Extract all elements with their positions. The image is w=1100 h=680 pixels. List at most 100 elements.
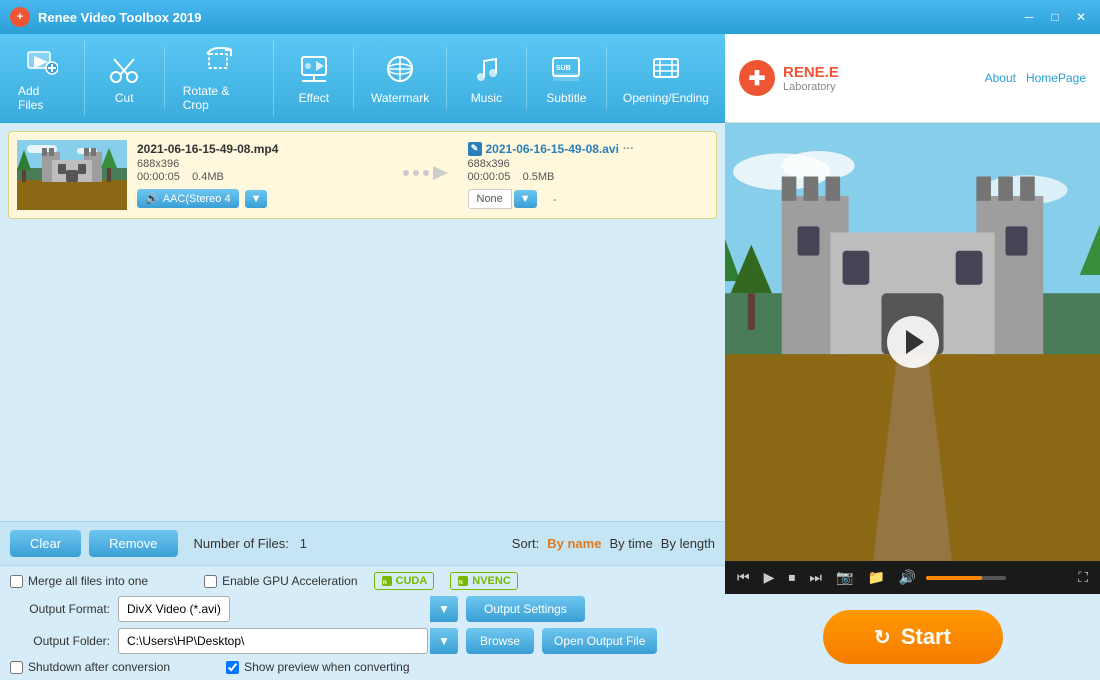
opening-ending-icon [648,51,684,87]
play-button[interactable]: ▶ [760,567,779,588]
merge-label: Merge all files into one [28,574,148,588]
rotate-crop-icon [201,44,237,80]
add-files-label: Add Files [18,84,66,112]
sort-by-time[interactable]: By time [609,536,652,551]
logo-icon: ✚ [739,60,775,96]
top-bar: Add Files Cut [0,34,1100,123]
source-file-controls: 🔊 AAC(Stereo 4 ▼ [137,189,378,208]
browse-button[interactable]: Browse [466,628,534,654]
subtitle-label-display: None [468,189,512,209]
toolbar-watermark[interactable]: Watermark [354,47,447,109]
volume-fill [926,576,982,580]
rotate-crop-label: Rotate & Crop [183,84,256,112]
app-icon: + [10,7,30,27]
sort-by-length[interactable]: By length [661,536,715,551]
start-button[interactable]: ↻ Start [823,610,1003,664]
output-format-label: Output Format: [10,602,110,616]
audio-label: AAC(Stereo 4 [163,193,231,205]
output-duration: 00:00:05 [468,171,511,183]
subtitle-dropdown-button[interactable]: ▼ [514,190,537,208]
output-folder-label: Output Folder: [10,634,110,648]
toolbar-rotate-crop[interactable]: Rotate & Crop [165,40,275,116]
output-format-select[interactable]: DivX Video (*.avi) [118,596,230,622]
volume-button[interactable]: 🔊 [895,567,920,588]
toolbar-subtitle[interactable]: SUB Subtitle [527,47,607,109]
play-triangle-icon [906,330,924,354]
convert-arrow [398,158,448,193]
toolbar: Add Files Cut [0,34,725,123]
more-options: ··· [623,143,634,155]
audio-dropdown-button[interactable]: 🔊 AAC(Stereo 4 [137,189,239,208]
folder-button[interactable]: 📁 [863,567,888,588]
start-label: Start [901,624,951,650]
show-preview-checkbox[interactable] [226,661,239,674]
shutdown-checkbox-label[interactable]: Shutdown after conversion [10,660,170,674]
shutdown-checkbox[interactable] [10,661,23,674]
folder-dropdown-arrow: ▼ [430,628,458,654]
toolbar-effect[interactable]: Effect [274,47,354,109]
left-panel: 2021-06-16-15-49-08.mp4 688x396 00:00:05… [0,123,725,680]
output-settings-button[interactable]: Output Settings [466,596,585,622]
close-button[interactable]: ✕ [1072,8,1090,26]
music-label: Music [471,91,502,105]
file-thumbnail [17,140,127,210]
output-resolution: 688x396 [468,158,709,170]
audio-dropdown-arrow[interactable]: ▼ [245,190,268,208]
volume-slider[interactable] [926,576,1006,580]
cuda-badge: N CUDA [374,572,435,590]
cut-label: Cut [115,91,134,105]
source-file-info: 2021-06-16-15-49-08.mp4 688x396 00:00:05… [137,142,378,208]
play-overlay-button[interactable] [887,316,939,368]
toolbar-add-files[interactable]: Add Files [0,40,85,116]
output-file-info: ✎ 2021-06-16-15-49-08.avi ··· 688x396 00… [468,142,709,209]
output-format-arrow: ▼ [430,596,458,622]
merge-checkbox-label[interactable]: Merge all files into one [10,574,148,588]
camera-button[interactable]: 📷 [832,567,857,588]
gpu-checkbox-label[interactable]: Enable GPU Acceleration [204,574,357,588]
top-settings-row: Merge all files into one Enable GPU Acce… [10,572,715,590]
watermark-label: Watermark [371,91,429,105]
thumb-image [17,140,127,210]
source-duration: 00:00:05 [137,171,180,183]
subtitle-label: Subtitle [546,91,586,105]
file-list-area: 2021-06-16-15-49-08.mp4 688x396 00:00:05… [0,123,725,521]
cut-icon [106,51,142,87]
toolbar-opening-ending[interactable]: Opening/Ending [607,47,725,109]
logo-text: RENE.E [783,64,839,81]
homepage-link[interactable]: HomePage [1026,71,1086,85]
file-count: Number of Files: 1 [194,536,307,551]
title-bar-controls: ─ □ ✕ [1020,8,1090,26]
output-folder-input[interactable] [118,628,428,654]
output-folder-row: Output Folder: ▼ Browse Open Output File [10,628,715,654]
open-output-button[interactable]: Open Output File [542,628,657,654]
svg-text:SUB: SUB [556,65,571,72]
minimize-button[interactable]: ─ [1020,8,1038,26]
toolbar-cut[interactable]: Cut [85,47,165,109]
toolbar-music[interactable]: Music [447,47,527,109]
subtitle-control: None ▼ [468,189,537,209]
next-button[interactable]: ⏭ [805,567,826,588]
logo-links: About HomePage [985,71,1086,85]
clear-button[interactable]: Clear [10,530,81,557]
effect-icon [296,51,332,87]
source-duration-size: 00:00:05 0.4MB [137,171,378,183]
output-filename: ✎ 2021-06-16-15-49-08.avi ··· [468,142,709,156]
output-duration-size: 00:00:05 0.5MB [468,171,709,183]
sort-by-name[interactable]: By name [547,536,601,551]
merge-checkbox[interactable] [10,575,23,588]
prev-button[interactable]: ⏮ [733,567,754,588]
output-format-wrapper: DivX Video (*.avi) ▼ [118,596,458,622]
output-file-controls: None ▼ - [468,189,709,209]
output-size: 0.5MB [523,171,555,183]
remove-button[interactable]: Remove [89,530,177,557]
stop-button[interactable]: ⏹ [784,567,799,588]
show-preview-checkbox-label[interactable]: Show preview when converting [226,660,409,674]
title-bar-left: + Renee Video Toolbox 2019 [10,7,202,27]
shutdown-label: Shutdown after conversion [28,660,170,674]
video-preview [725,123,1100,561]
gpu-checkbox[interactable] [204,575,217,588]
about-link[interactable]: About [985,71,1016,85]
expand-button[interactable]: ⛶ [1074,567,1092,588]
maximize-button[interactable]: □ [1046,8,1064,26]
subtitle-icon: SUB [548,51,584,87]
